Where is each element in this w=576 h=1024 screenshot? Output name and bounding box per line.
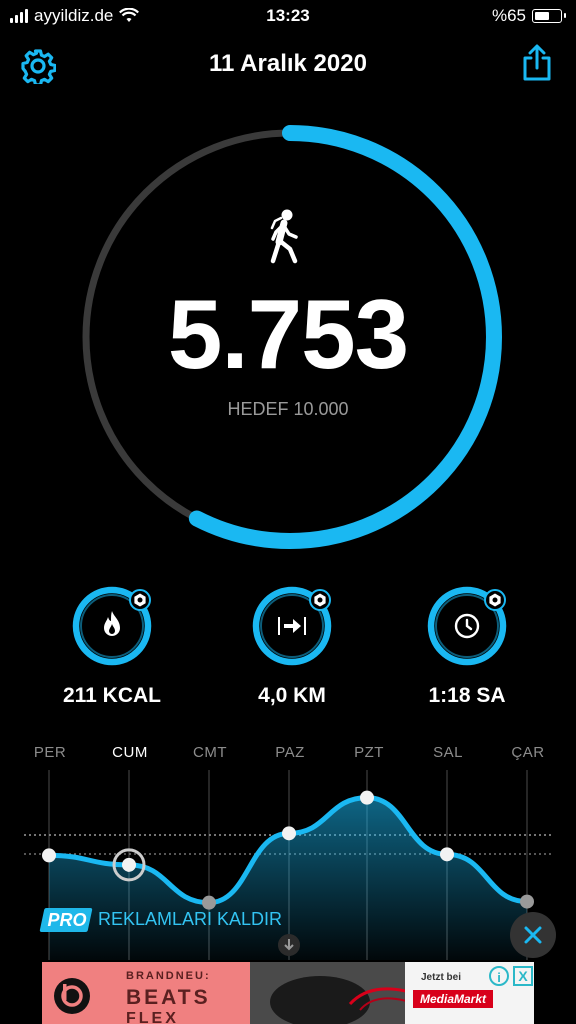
chart-point-çar[interactable] (520, 894, 534, 909)
beats-logo-icon (54, 978, 90, 1014)
ad-close-icon[interactable]: X (513, 966, 533, 986)
ad-beats-panel: BRANDNEU: BEATS FLEX (42, 962, 250, 1024)
chart-point-cmt[interactable] (202, 895, 216, 910)
stat-duration[interactable]: 1:18 SA (407, 582, 527, 707)
ad-banner[interactable]: BRANDNEU: BEATS FLEX Jetzt bei MediaMark… (42, 962, 534, 1024)
day-label[interactable]: PZT (339, 744, 399, 761)
distance-value: 4,0 KM (258, 684, 326, 707)
walking-person-icon (270, 209, 298, 264)
clock-icon (454, 613, 480, 639)
day-label[interactable]: CMT (180, 744, 240, 761)
earphone-icon (250, 962, 411, 1024)
mediamarkt-logo: MediaMarkt (413, 990, 493, 1008)
settings-badge-icon[interactable] (309, 589, 331, 611)
duration-value: 1:18 SA (428, 684, 506, 707)
ad-text-beats: BEATS (126, 986, 211, 1009)
chart-point-sal[interactable] (440, 847, 454, 862)
battery-icon (532, 9, 566, 23)
stat-distance[interactable]: 4,0 KM (232, 582, 352, 707)
step-count: 5.753 (167, 279, 409, 389)
battery-percent: %65 (491, 6, 526, 25)
day-label[interactable]: ÇAR (498, 744, 558, 761)
day-label[interactable]: PAZ (260, 744, 320, 761)
chart-point-paz[interactable] (282, 826, 296, 841)
ad-product-image (250, 962, 411, 1024)
close-ad-button[interactable] (510, 912, 556, 958)
ad-store-prefix: Jetzt bei (421, 972, 462, 983)
pro-badge[interactable]: PRO (44, 908, 90, 932)
settings-badge-icon[interactable] (484, 589, 506, 611)
ad-text-brandneu: BRANDNEU: (126, 970, 211, 982)
close-icon (524, 926, 542, 944)
settings-badge-icon[interactable] (129, 589, 151, 611)
day-label[interactable]: PER (20, 744, 80, 761)
calories-value: 211 KCAL (62, 684, 162, 707)
day-label[interactable]: SAL (418, 744, 478, 761)
ad-text-flex: FLEX (126, 1010, 179, 1024)
chart-point-per[interactable] (42, 848, 56, 863)
status-time: 13:23 (266, 6, 310, 25)
status-right: %65 (491, 6, 566, 26)
chevron-down-icon[interactable] (278, 934, 300, 956)
status-bar: ayyildiz.de 13:23 %65 (0, 0, 576, 34)
stat-calories[interactable]: 211 KCAL (52, 582, 172, 707)
remove-ads-link[interactable]: REKLAMLARI KALDIR (98, 909, 282, 930)
date-title[interactable]: 11 Aralık 2020 (0, 50, 576, 78)
distance-arrow-icon (278, 617, 306, 635)
ad-info-icon[interactable]: i (489, 966, 509, 986)
ad-store-panel: Jetzt bei MediaMarkt i X (405, 962, 534, 1024)
share-icon[interactable] (520, 44, 554, 82)
flame-icon (104, 611, 120, 636)
weekday-labels: PER CUM CMT PAZ PZT SAL ÇAR (0, 744, 576, 764)
chart-point-pzt[interactable] (360, 790, 374, 805)
step-goal: HEDEF 10.000 (227, 399, 349, 419)
day-label[interactable]: CUM (100, 744, 160, 761)
